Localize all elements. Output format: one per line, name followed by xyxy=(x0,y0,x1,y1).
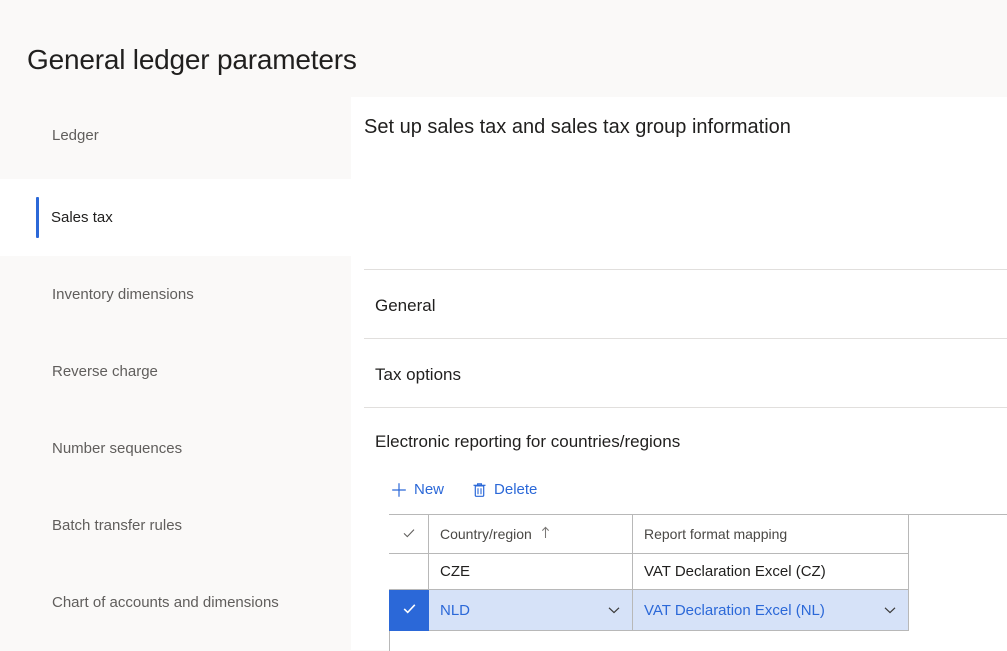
electronic-reporting-grid: Country/region Report format mapping CZE… xyxy=(389,514,1007,651)
new-button-label: New xyxy=(414,481,445,498)
sidebar-nav: Ledger Sales tax Inventory dimensions Re… xyxy=(0,97,351,650)
trash-icon xyxy=(472,482,487,498)
sidebar-item-label: Ledger xyxy=(52,127,99,144)
grid-empty-area xyxy=(390,631,1007,651)
grid-toolbar: New Delete xyxy=(391,481,537,498)
section-title: Tax options xyxy=(375,365,461,384)
selected-accent-bar xyxy=(36,197,39,238)
sidebar-item-label: Inventory dimensions xyxy=(52,286,194,303)
sidebar-item-reverse-charge[interactable]: Reverse charge xyxy=(0,333,351,410)
sidebar-item-number-sequences[interactable]: Number sequences xyxy=(0,410,351,487)
sidebar-item-chart-of-accounts-and-dimensions[interactable]: Chart of accounts and dimensions xyxy=(0,564,351,641)
sidebar-item-label: Chart of accounts and dimensions xyxy=(52,594,279,611)
delete-button[interactable]: Delete xyxy=(472,481,537,498)
sidebar-item-label: Batch transfer rules xyxy=(52,517,183,534)
column-header-report-format-mapping[interactable]: Report format mapping xyxy=(633,515,909,554)
new-button[interactable]: New xyxy=(391,481,444,498)
grid-header-row: Country/region Report format mapping xyxy=(389,515,909,554)
page-body: Ledger Sales tax Inventory dimensions Re… xyxy=(0,97,1007,651)
sidebar-item-sales-tax[interactable]: Sales tax xyxy=(0,179,351,256)
row-checkbox-selected[interactable] xyxy=(389,590,429,631)
content-title: Set up sales tax and sales tax group inf… xyxy=(364,116,791,138)
cell-country-region[interactable]: NLD xyxy=(429,590,633,631)
checkmark-icon xyxy=(402,601,417,620)
arrow-up-icon xyxy=(540,526,551,542)
table-row[interactable]: NLD VAT Declaration Excel (NL) xyxy=(389,590,909,631)
table-row[interactable]: CZE VAT Declaration Excel (CZ) xyxy=(389,554,909,590)
cell-report-format-mapping[interactable]: VAT Declaration Excel (NL) xyxy=(633,590,909,631)
cell-report-format-mapping[interactable]: VAT Declaration Excel (CZ) xyxy=(633,554,909,590)
column-header-label: Report format mapping xyxy=(644,526,788,542)
sidebar-item-label: Number sequences xyxy=(52,440,183,457)
sidebar-item-inventory-dimensions[interactable]: Inventory dimensions xyxy=(0,256,351,333)
section-header-general[interactable]: General xyxy=(364,269,1007,338)
cell-value: CZE xyxy=(440,563,470,580)
cell-value: NLD xyxy=(440,601,471,619)
page-title: General ledger parameters xyxy=(27,44,357,75)
cell-country-region[interactable]: CZE xyxy=(429,554,633,590)
delete-button-label: Delete xyxy=(494,481,538,498)
plus-icon xyxy=(391,482,407,498)
content-panel: Set up sales tax and sales tax group inf… xyxy=(351,97,1007,651)
cell-value: VAT Declaration Excel (CZ) xyxy=(644,563,826,580)
section-electronic-reporting: Electronic reporting for countries/regio… xyxy=(364,407,1007,651)
cell-value: VAT Declaration Excel (NL) xyxy=(644,601,825,619)
section-title: General xyxy=(375,296,436,315)
checkmark-icon xyxy=(402,526,416,543)
section-header-tax-options[interactable]: Tax options xyxy=(364,338,1007,407)
sidebar-item-label: Sales tax xyxy=(51,209,113,226)
column-header-country-region[interactable]: Country/region xyxy=(429,515,633,554)
row-checkbox[interactable] xyxy=(389,554,429,590)
sidebar-item-label: Reverse charge xyxy=(52,363,158,380)
chevron-down-icon[interactable] xyxy=(606,602,622,618)
sidebar-item-ledger[interactable]: Ledger xyxy=(0,97,351,174)
chevron-down-icon[interactable] xyxy=(882,602,898,618)
section-title: Electronic reporting for countries/regio… xyxy=(375,432,681,451)
column-header-label: Country/region xyxy=(440,526,532,542)
sidebar-item-batch-transfer-rules[interactable]: Batch transfer rules xyxy=(0,487,351,564)
select-all-checkbox[interactable] xyxy=(389,515,429,554)
